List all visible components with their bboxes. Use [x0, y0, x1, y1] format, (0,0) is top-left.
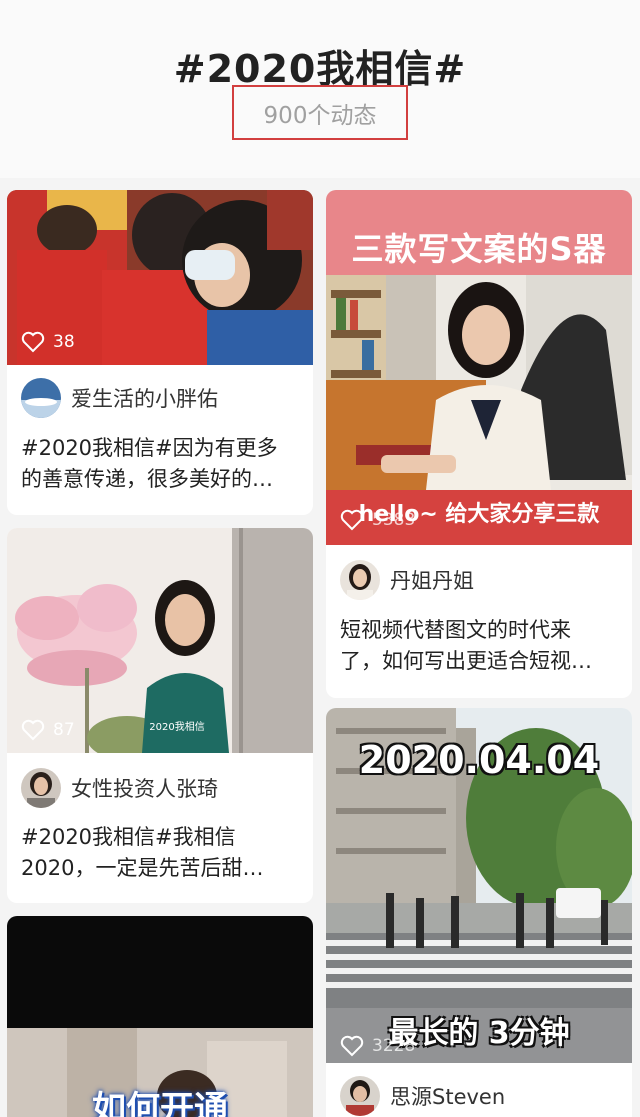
avatar[interactable]: [21, 378, 61, 418]
post-thumbnail[interactable]: 2020.04.04 最长的 3分钟 3228: [326, 708, 632, 1063]
heart-outline-icon: [340, 509, 364, 531]
caption-line: 短视频代替图文的时代来: [340, 618, 571, 642]
post-thumbnail[interactable]: 如何开通: [7, 916, 313, 1117]
author-name: 爱生活的小胖佑: [71, 387, 218, 411]
post-card[interactable]: 如何开通: [7, 916, 313, 1117]
post-thumbnail[interactable]: 三款写文案的S器 hello~ 给大家分享三款 5383: [326, 190, 632, 545]
like-count-value: 3228: [372, 1036, 416, 1056]
post-count: 900个动态: [263, 102, 377, 129]
caption-line: 了，如何写出更适合短视…: [340, 649, 592, 673]
like-count[interactable]: 5383: [340, 509, 415, 531]
man-avatar-image: [340, 1076, 380, 1116]
woman-avatar-image: [21, 768, 61, 808]
caption-line: #2020我相信#因为有更多: [21, 436, 278, 460]
like-count[interactable]: 38: [21, 331, 75, 353]
woman-avatar-image: [340, 560, 380, 600]
post-card[interactable]: 2020我相信 87 女性投资人张琦 #2020我相信#我相信 2020，一定是…: [7, 528, 313, 903]
post-caption[interactable]: 短视频代替图文的时代来 了，如何写出更适合短视…: [340, 615, 620, 677]
heart-outline-icon: [21, 719, 45, 741]
like-count[interactable]: 87: [21, 719, 75, 741]
video-tag: 2020我相信: [149, 720, 204, 733]
caption-line: #2020我相信#我相信: [21, 825, 236, 849]
caption-line: 的善意传递，很多美好的…: [21, 467, 273, 491]
post-thumbnail[interactable]: 38: [7, 190, 313, 365]
heart-outline-icon: [21, 331, 45, 353]
author-name: 女性投资人张琦: [71, 777, 218, 801]
author-row[interactable]: 丹姐丹姐: [340, 560, 474, 600]
sky-avatar-image: [21, 378, 61, 418]
post-card[interactable]: 38 爱生活的小胖佑 #2020我相信#因为有更多 的善意传递，很多美好的…: [7, 190, 313, 515]
author-row[interactable]: 思源Steven: [340, 1076, 505, 1116]
post-caption[interactable]: #2020我相信#因为有更多 的善意传递，很多美好的…: [21, 433, 301, 495]
video-overlay-text: 如何开通: [92, 1089, 228, 1117]
banner-text: 三款写文案的S器: [351, 230, 607, 268]
author-row[interactable]: 爱生活的小胖佑: [21, 378, 218, 418]
author-row[interactable]: 女性投资人张琦: [21, 768, 218, 808]
like-count[interactable]: 3228: [340, 1035, 415, 1057]
like-count-value: 5383: [372, 510, 416, 530]
avatar[interactable]: [340, 1076, 380, 1116]
date-overlay-text: 2020.04.04: [358, 738, 600, 782]
post-caption[interactable]: #2020我相信#我相信 2020，一定是先苦后甜…: [21, 822, 301, 884]
like-count-value: 38: [53, 332, 75, 352]
author-name: 丹姐丹姐: [390, 569, 474, 593]
like-count-value: 87: [53, 720, 75, 740]
heart-outline-icon: [340, 1035, 364, 1057]
topic-header: #2020我相信# 900个动态: [0, 0, 640, 178]
avatar[interactable]: [21, 768, 61, 808]
caption-line: 2020，一定是先苦后甜…: [21, 856, 264, 880]
post-count-highlight: 900个动态: [232, 85, 408, 140]
post-card[interactable]: 2020.04.04 最长的 3分钟 3228 思源Steven: [326, 708, 632, 1117]
avatar[interactable]: [340, 560, 380, 600]
post-card[interactable]: 三款写文案的S器 hello~ 给大家分享三款 5383 丹姐丹姐 短视频代替图…: [326, 190, 632, 698]
author-name: 思源Steven: [390, 1085, 506, 1109]
post-thumbnail[interactable]: 2020我相信 87: [7, 528, 313, 753]
